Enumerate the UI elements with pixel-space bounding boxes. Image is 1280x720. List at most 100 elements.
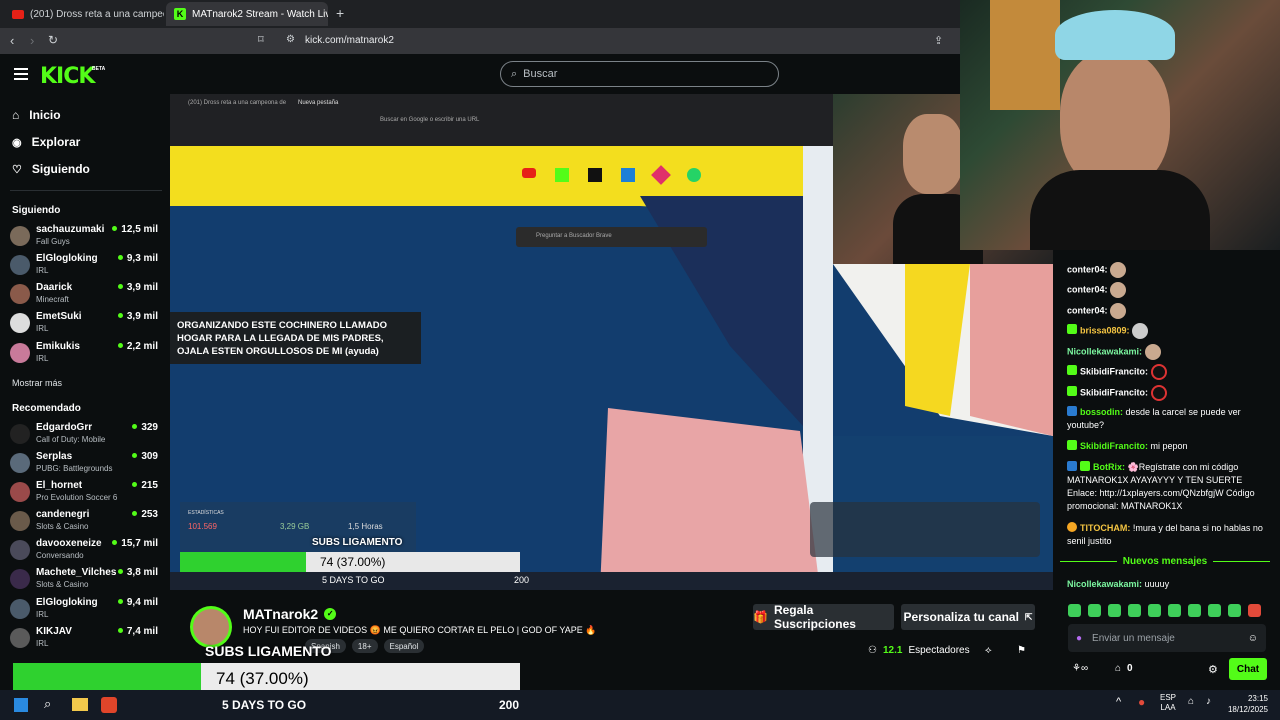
wall-pink (600, 408, 820, 590)
back-icon[interactable]: ‹ (10, 33, 14, 48)
clock[interactable]: 23:15 18/12/2025 (1224, 693, 1268, 715)
emote-icon[interactable] (1208, 604, 1221, 617)
emote-icon[interactable] (1088, 604, 1101, 617)
avatar (10, 482, 30, 502)
avatar (10, 284, 30, 304)
channel-category: Slots & Casino (36, 522, 89, 531)
site-info-icon[interactable]: ⚙ (286, 34, 295, 45)
viewer-count: 253 (132, 509, 158, 520)
gift-subs-button[interactable]: 🎁 Regala Suscripciones (753, 603, 894, 631)
captured-search: Preguntar a Buscador Brave (516, 227, 707, 247)
channel-name: davooxeneize (36, 538, 102, 549)
channel-name: KIKJAV (36, 626, 72, 637)
new-messages-divider[interactable]: Nuevos mensajes (1060, 556, 1270, 567)
file-explorer-icon[interactable] (72, 698, 88, 711)
following-channel[interactable]: EmetSuki IRL 3,9 mil (10, 311, 160, 339)
video-goal-days: 5 DAYS TO GO (322, 575, 385, 585)
network-icon[interactable]: ⌂ (1188, 696, 1194, 707)
sidebar-nav-inicio[interactable]: ⌂ Inicio (12, 108, 61, 122)
face (1060, 50, 1170, 190)
badge-icon (1067, 522, 1077, 532)
points-value: 0 (1127, 663, 1133, 674)
search-icon[interactable]: ⌕ (44, 696, 51, 712)
reload-icon[interactable]: ↻ (48, 33, 58, 47)
emote-icon[interactable] (1148, 604, 1161, 617)
browser-tab-kick[interactable]: K MATnarok2 Stream - Watch Live ✕ (166, 2, 328, 26)
channel-category: IRL (36, 639, 49, 648)
kick-logo[interactable]: KICK (40, 64, 95, 89)
mic-icon[interactable]: ● (1076, 633, 1082, 644)
bookmark-icon[interactable]: ⌑ (258, 33, 264, 46)
recommended-channel[interactable]: candenegri Slots & Casino 253 (10, 509, 160, 537)
chat-message: conter04: (1067, 303, 1272, 319)
vpn-popup (810, 502, 1040, 557)
recommended-channel[interactable]: Serplas PUBG: Battlegrounds 309 (10, 451, 160, 479)
windows-start-icon[interactable] (14, 698, 28, 712)
browser-tab-youtube[interactable]: (201) Dross reta a una campeona de (4, 2, 164, 26)
channel-category: Fall Guys (36, 237, 70, 246)
channel-name: Machete_Vilches (36, 567, 117, 578)
emote-icon[interactable] (1248, 604, 1261, 617)
browser-tab-bar: (201) Dross reta a una campeona de K MAT… (0, 0, 960, 28)
share-icon[interactable]: ⇪ (934, 34, 943, 47)
brave-browser-icon[interactable] (101, 697, 117, 713)
kick-favicon-icon: K (174, 8, 186, 20)
recommended-channel[interactable]: ElGlogloking IRL 9,4 mil (10, 597, 160, 625)
search-input[interactable]: ⌕ Buscar (500, 61, 779, 87)
emote-icon (1150, 385, 1167, 401)
points-display[interactable]: ⌂ 0 (1115, 663, 1133, 674)
sidebar-nav-explorar[interactable]: ◉ Explorar (12, 135, 80, 149)
following-channel[interactable]: Emikukis IRL 2,2 mil (10, 341, 160, 369)
emote-icon[interactable] (1168, 604, 1181, 617)
sidebar-nav-siguiendo[interactable]: ♡ Siguiendo (12, 162, 90, 176)
share-icon[interactable]: ⟡ (985, 645, 992, 656)
badge-icon (1067, 386, 1077, 397)
chat-input[interactable]: ● Enviar un mensaje ☺ (1068, 624, 1266, 652)
emote-icon[interactable] (1128, 604, 1141, 617)
tab-title: (201) Dross reta a una campeona de (30, 8, 164, 20)
channel-avatar[interactable] (190, 606, 232, 648)
site-header (0, 54, 960, 94)
following-channel[interactable]: Daarick Minecraft 3,9 mil (10, 282, 160, 310)
verified-icon: ✓ (324, 608, 337, 620)
recommended-channel[interactable]: KIKJAV IRL 7,4 mil (10, 626, 160, 654)
captured-taskbar: 5 DAYS TO GO 200 (170, 572, 1053, 590)
captured-shortcuts (522, 165, 701, 185)
language-indicator[interactable]: ESP LAA (1160, 693, 1176, 713)
captured-browser-chrome: (201) Dross reta a una campeona de Nueva… (170, 94, 833, 146)
channel-category: IRL (36, 354, 49, 363)
tag-pill[interactable]: 18+ (351, 639, 378, 653)
volume-icon[interactable]: ♪ (1206, 696, 1211, 707)
hamburger-menu-icon[interactable] (14, 68, 28, 80)
following-channel[interactable]: sachauzumaki Fall Guys 12,5 mil (10, 224, 160, 252)
recommended-channel[interactable]: Machete_Vilches Slots & Casino 3,8 mil (10, 567, 160, 595)
app-icon (651, 165, 671, 185)
chat-send-button[interactable]: Chat (1229, 658, 1267, 680)
show-more-link[interactable]: Mostrar más (12, 378, 62, 388)
tray-app-icon[interactable]: ● (1138, 695, 1145, 709)
follow-user-icon[interactable]: ⚑ (1017, 645, 1026, 656)
emote-icon[interactable] (1188, 604, 1201, 617)
forward-icon[interactable]: › (30, 33, 34, 48)
recommended-channel[interactable]: El_hornet Pro Evolution Soccer 6 215 (10, 480, 160, 508)
goal-progress-text: 74 (37.00%) (216, 669, 309, 688)
tag-pill[interactable]: Español (383, 639, 425, 653)
new-tab-icon[interactable]: + (336, 5, 344, 21)
url-field[interactable]: kick.com/matnarok2 (305, 35, 394, 46)
emote-icon[interactable] (1108, 604, 1121, 617)
channel-category: IRL (36, 610, 49, 619)
compass-icon: ◉ (12, 136, 22, 149)
settings-icon[interactable]: ⚙ (1208, 663, 1218, 676)
channel-name[interactable]: MATnarok2 ✓ (243, 606, 337, 622)
users-icon[interactable]: ⚘∞ (1072, 663, 1088, 674)
emote-icon[interactable] (1228, 604, 1241, 617)
customize-channel-button[interactable]: Personaliza tu canal ⇱ (901, 604, 1035, 630)
viewer-count: 2,2 mil (118, 341, 158, 352)
tab-title: MATnarok2 Stream - Watch Live (192, 8, 328, 20)
tray-chevron-icon[interactable]: ^ (1116, 696, 1121, 708)
emoji-icon[interactable]: ☺ (1248, 633, 1258, 644)
following-channel[interactable]: ElGlogloking IRL 9,3 mil (10, 253, 160, 281)
emote-icon[interactable] (1068, 604, 1081, 617)
recommended-channel[interactable]: davooxeneize Conversando 15,7 mil (10, 538, 160, 566)
recommended-channel[interactable]: EdgardoGrr Call of Duty: Mobile 329 (10, 422, 160, 450)
